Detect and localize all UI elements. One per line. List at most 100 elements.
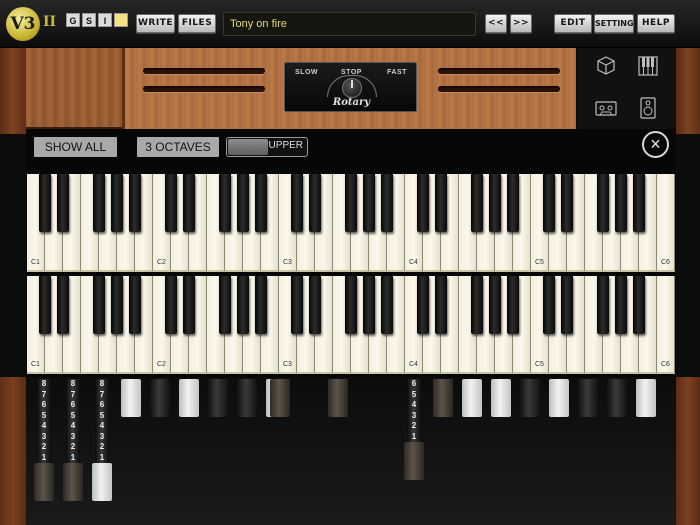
page-s[interactable]: S [82, 13, 96, 27]
black-key[interactable] [165, 174, 177, 232]
settings-button[interactable]: SETTINGS [594, 14, 639, 33]
show-all-button[interactable]: SHOW ALL [34, 137, 117, 157]
black-key[interactable] [471, 174, 483, 232]
page-selector[interactable]: G S I [66, 13, 128, 27]
black-key[interactable] [363, 276, 375, 334]
black-key[interactable] [489, 276, 501, 334]
black-key[interactable] [363, 174, 375, 232]
black-key[interactable] [129, 174, 141, 232]
lower-drawbar-1[interactable] [404, 442, 424, 480]
upper-drawbar-6[interactable] [179, 379, 199, 417]
black-key[interactable] [489, 174, 501, 232]
black-key[interactable] [543, 174, 555, 232]
next-preset-button[interactable]: >> [510, 14, 532, 33]
black-key[interactable] [219, 276, 231, 334]
black-key[interactable] [255, 276, 267, 334]
octaves-button[interactable]: 3 OCTAVES [137, 137, 219, 157]
rotary-switch-panel[interactable]: SLOW STOP FAST Rotary [284, 62, 417, 112]
black-key[interactable] [615, 174, 627, 232]
drawbar-scale-number: 2 [70, 442, 76, 451]
black-key[interactable] [381, 276, 393, 334]
cassette-icon[interactable] [595, 97, 617, 119]
black-key[interactable] [381, 174, 393, 232]
black-key[interactable] [561, 276, 573, 334]
manual-toggle[interactable]: UPPER [226, 137, 308, 157]
black-key[interactable] [345, 174, 357, 232]
black-key[interactable] [219, 174, 231, 232]
pedal-drawbar-1[interactable] [270, 379, 290, 417]
black-key[interactable] [417, 174, 429, 232]
keyboard-icon[interactable] [637, 55, 659, 77]
black-key[interactable] [291, 276, 303, 334]
black-key[interactable] [111, 174, 123, 232]
black-key[interactable] [93, 276, 105, 334]
black-key[interactable] [165, 276, 177, 334]
lower-drawbar-9[interactable] [636, 379, 656, 417]
help-button[interactable]: HELP [637, 14, 675, 33]
black-key[interactable] [507, 174, 519, 232]
black-key[interactable] [39, 276, 51, 334]
lower-drawbar-4[interactable] [491, 379, 511, 417]
black-key[interactable] [183, 276, 195, 334]
black-key[interactable] [309, 174, 321, 232]
black-key[interactable] [129, 276, 141, 334]
black-key[interactable] [183, 174, 195, 232]
preset-name-display[interactable]: Tony on fire [223, 12, 476, 36]
drawbar-scale-number: 3 [411, 410, 417, 420]
black-key[interactable] [597, 174, 609, 232]
lower-drawbar-7[interactable] [578, 379, 598, 417]
black-key[interactable] [615, 276, 627, 334]
black-key[interactable] [255, 174, 267, 232]
cube-icon[interactable] [595, 55, 617, 77]
black-key[interactable] [507, 276, 519, 334]
manual-toggle-label: UPPER [268, 140, 303, 151]
lower-drawbar-2[interactable] [433, 379, 453, 417]
black-key[interactable] [57, 276, 69, 334]
close-icon[interactable]: × [642, 131, 669, 158]
black-key[interactable] [633, 174, 645, 232]
black-key[interactable] [93, 174, 105, 232]
black-key[interactable] [237, 174, 249, 232]
black-key[interactable] [435, 276, 447, 334]
black-key[interactable] [111, 276, 123, 334]
black-key[interactable] [39, 174, 51, 232]
black-key[interactable] [435, 174, 447, 232]
page-g[interactable]: G [66, 13, 80, 27]
black-key[interactable] [345, 276, 357, 334]
white-key[interactable]: C6 [657, 174, 675, 272]
upper-drawbar-2[interactable] [63, 463, 83, 501]
edit-button[interactable]: EDIT [554, 14, 592, 33]
toggle-thumb[interactable] [228, 139, 268, 155]
black-key[interactable] [417, 276, 429, 334]
write-button[interactable]: WRITE [136, 14, 175, 33]
upper-drawbar-4[interactable] [121, 379, 141, 417]
upper-drawbar-7[interactable] [208, 379, 228, 417]
rotary-knob[interactable] [342, 78, 362, 98]
speaker-icon[interactable] [637, 97, 659, 119]
upper-drawbar-3[interactable] [92, 463, 112, 501]
lower-drawbar-5[interactable] [520, 379, 540, 417]
black-key[interactable] [633, 276, 645, 334]
lower-drawbar-8[interactable] [607, 379, 627, 417]
prev-preset-button[interactable]: << [485, 14, 507, 33]
white-key[interactable]: C6 [657, 276, 675, 374]
black-key[interactable] [237, 276, 249, 334]
black-key[interactable] [57, 174, 69, 232]
black-key[interactable] [597, 276, 609, 334]
pedal-drawbar-2[interactable] [328, 379, 348, 417]
black-key[interactable] [309, 276, 321, 334]
lower-drawbar-6[interactable] [549, 379, 569, 417]
upper-keyboard[interactable]: C1 C2 C3 C4 C5 C6 [27, 174, 675, 272]
page-indicator-active[interactable] [114, 13, 128, 27]
upper-drawbar-8[interactable] [237, 379, 257, 417]
black-key[interactable] [561, 174, 573, 232]
lower-drawbar-3[interactable] [462, 379, 482, 417]
black-key[interactable] [291, 174, 303, 232]
black-key[interactable] [471, 276, 483, 334]
page-i[interactable]: I [98, 13, 112, 27]
files-button[interactable]: FILES [178, 14, 216, 33]
upper-drawbar-1[interactable] [34, 463, 54, 501]
upper-drawbar-5[interactable] [150, 379, 170, 417]
black-key[interactable] [543, 276, 555, 334]
lower-keyboard[interactable]: C1 C2 C3 C4 C5 C6 [27, 276, 675, 374]
